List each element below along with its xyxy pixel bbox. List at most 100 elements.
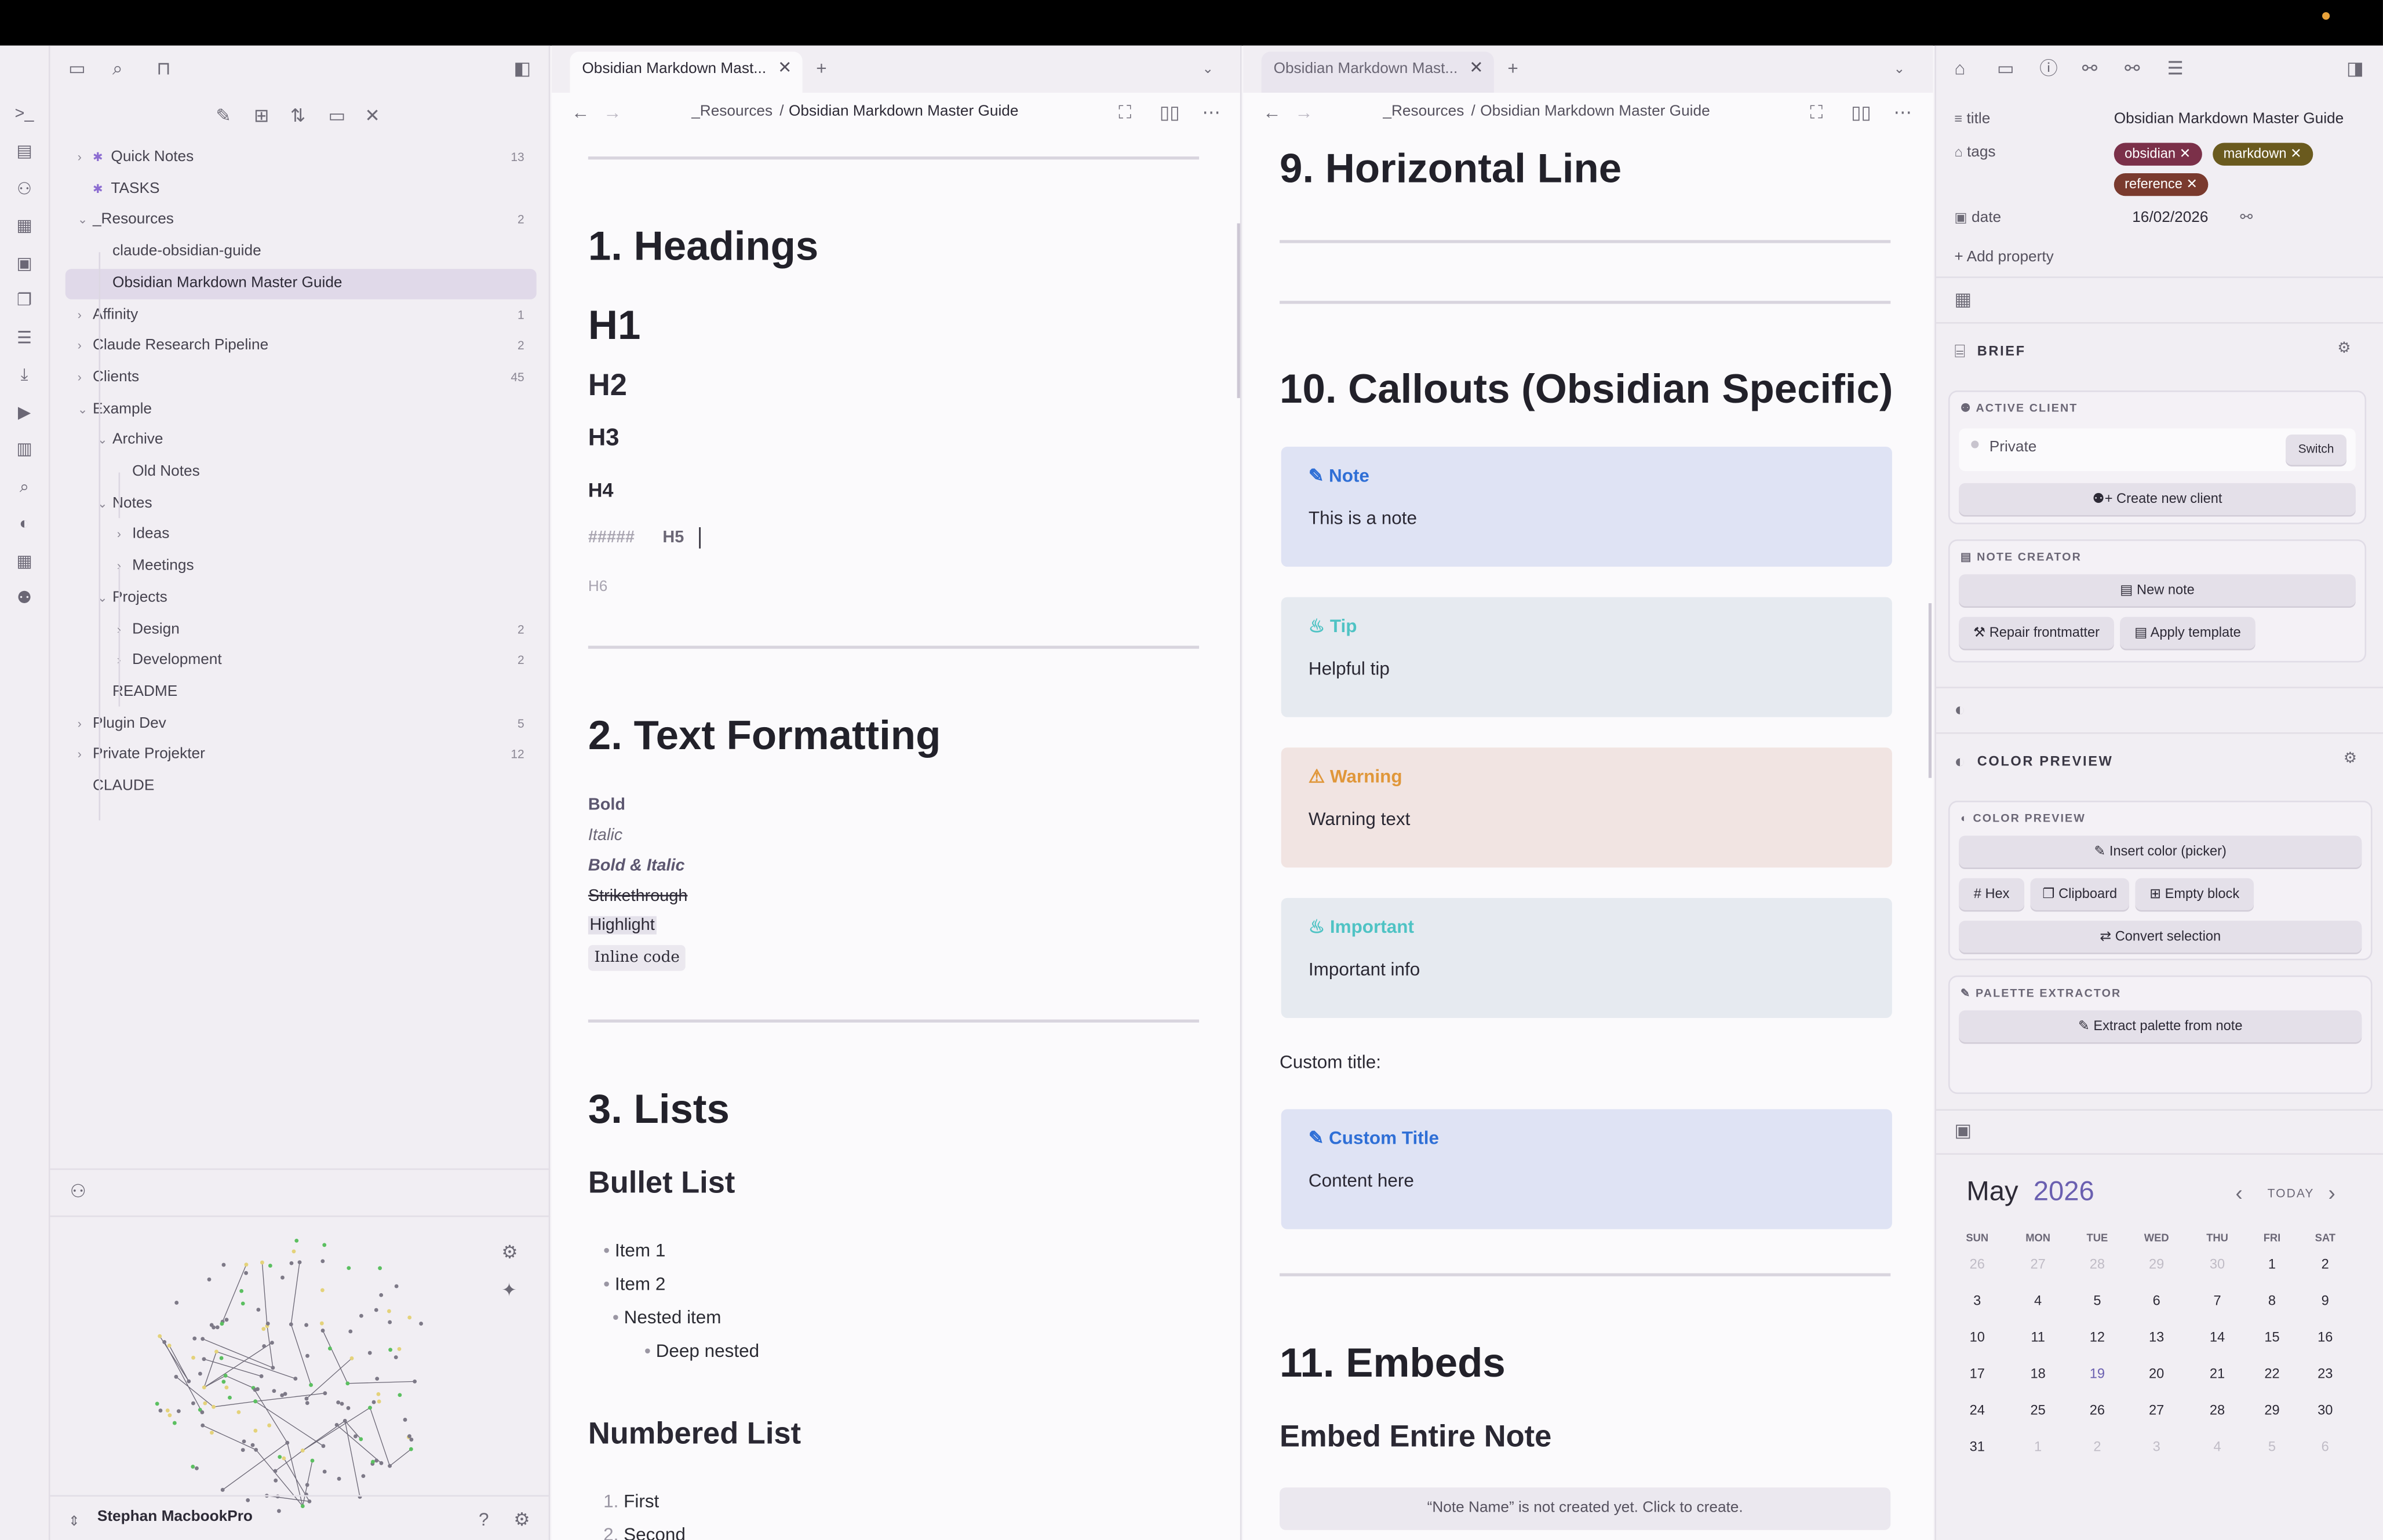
reading-mode-icon[interactable]: ▯▯ (1160, 102, 1180, 123)
toggle-sidebar-icon[interactable]: ◧ (513, 58, 531, 79)
unlink-icon[interactable]: ⚯ (2125, 58, 2140, 79)
property-date-value[interactable]: 16/02/2026 (2132, 203, 2208, 233)
graph-node[interactable] (388, 1464, 392, 1468)
graph-node[interactable] (419, 1322, 423, 1326)
copy-icon[interactable]: ❐ (14, 290, 35, 312)
graph-node[interactable] (241, 1448, 245, 1453)
graph-node[interactable] (158, 1334, 162, 1338)
graph-node[interactable] (187, 1379, 191, 1384)
settings-gear-icon[interactable]: ⚙ (501, 1242, 518, 1263)
chevron-down-icon[interactable]: ⌄ (78, 395, 88, 425)
graph-node[interactable] (347, 1266, 351, 1271)
graph-node[interactable] (377, 1399, 381, 1404)
sort-icon[interactable]: ⇅ (290, 105, 305, 126)
graph-node[interactable] (361, 1474, 366, 1479)
graph-node[interactable] (337, 1476, 341, 1481)
calendar-day[interactable]: 27 (2015, 1257, 2061, 1272)
calendar-day[interactable]: 5 (2249, 1439, 2295, 1454)
graph-node[interactable] (407, 1434, 411, 1439)
graph-node[interactable] (268, 1264, 272, 1268)
link-icon[interactable]: ⚯ (2240, 208, 2253, 229)
chevron-left-icon[interactable]: ‹ (2236, 1182, 2243, 1203)
archive-icon[interactable]: ▭ (1997, 58, 2014, 79)
calendar-day[interactable]: 15 (2249, 1330, 2295, 1345)
more-options-icon[interactable]: ⋯ (1202, 102, 1220, 123)
graph-node[interactable] (319, 1321, 324, 1326)
apply-template-button[interactable]: ▤ Apply template (2120, 616, 2256, 649)
graph-node[interactable] (379, 1461, 384, 1465)
tree-item[interactable]: claude-obsidian-guide (65, 237, 537, 267)
folder-icon[interactable]: ▭ (68, 58, 86, 79)
scrollbar[interactable] (1237, 223, 1240, 399)
settings-gear-icon[interactable]: ⚙ (2344, 749, 2358, 771)
graph-node[interactable] (254, 1447, 258, 1452)
chevron-down-icon[interactable]: ⌄ (78, 206, 88, 236)
focus-icon[interactable]: ⛶ (1118, 102, 1131, 123)
new-folder-icon[interactable]: ⊞ (254, 105, 269, 126)
calendar-day[interactable]: 7 (2195, 1293, 2240, 1308)
graph-node[interactable] (398, 1393, 402, 1397)
calendar-day[interactable]: 19 (2075, 1366, 2120, 1381)
graph-node[interactable] (289, 1261, 294, 1265)
new-note-button[interactable]: ▤ New note (1959, 574, 2356, 607)
tree-item[interactable]: Old Notes (65, 457, 537, 487)
calendar-day[interactable]: 3 (1954, 1293, 2000, 1308)
graph-node[interactable] (394, 1284, 399, 1289)
graph-node[interactable] (403, 1418, 407, 1422)
graph-node[interactable] (167, 1344, 172, 1348)
graph-node[interactable] (407, 1315, 412, 1320)
graph-node[interactable] (253, 1428, 258, 1433)
tree-item[interactable]: Obsidian Markdown Master Guide (65, 268, 537, 300)
calendar-day[interactable]: 24 (1954, 1402, 2000, 1417)
graph-node[interactable] (201, 1337, 205, 1341)
download-icon[interactable]: ⤓ (14, 364, 35, 386)
chevron-down-icon[interactable]: ⌄ (1894, 58, 1905, 79)
tree-item[interactable]: ⌄ Archive (65, 426, 537, 456)
graph-node[interactable] (293, 1377, 298, 1381)
graph-node[interactable] (236, 1410, 241, 1414)
graph-node[interactable] (346, 1406, 351, 1410)
tree-item[interactable]: › ✱ Quick Notes 13 (65, 143, 537, 173)
breadcrumb-folder[interactable]: _Resources (1383, 93, 1464, 132)
create-client-button[interactable]: ⚉+ Create new client (1959, 483, 2356, 515)
graph-node[interactable] (371, 1459, 375, 1464)
palette-icon[interactable]: ◐ (1954, 699, 1965, 720)
calendar-day[interactable]: 31 (1954, 1439, 2000, 1454)
calendar-day[interactable]: 25 (2015, 1402, 2061, 1417)
convert-selection-button[interactable]: ⇄ Convert selection (1959, 921, 2362, 953)
graph-node[interactable] (239, 1289, 244, 1293)
property-title-value[interactable]: Obsidian Markdown Master Guide (2114, 105, 2344, 135)
link-icon[interactable]: ⚯ (2082, 58, 2097, 79)
graph-node[interactable] (212, 1404, 216, 1409)
graph-node[interactable] (246, 1498, 250, 1502)
graph-node[interactable] (322, 1243, 327, 1247)
tree-item[interactable]: › Plugin Dev 5 (65, 709, 537, 739)
chevron-right-icon[interactable]: › (117, 520, 121, 550)
calendar-day[interactable]: 5 (2075, 1293, 2120, 1308)
graph-node[interactable] (309, 1383, 313, 1387)
bookmark-icon[interactable]: ⊓ (156, 58, 171, 79)
graph-node[interactable] (262, 1344, 267, 1348)
graph-node[interactable] (320, 1329, 325, 1333)
breadcrumb-note[interactable]: Obsidian Markdown Master Guide (1480, 93, 1710, 132)
palette-icon[interactable]: ◐ (14, 513, 35, 535)
graph-node[interactable] (174, 1374, 178, 1379)
graph-node[interactable] (336, 1400, 341, 1404)
graph-node[interactable] (167, 1413, 172, 1418)
terminal-icon[interactable]: >_ (14, 103, 35, 125)
clipboard-button[interactable]: ❐ Clipboard (2030, 878, 2129, 910)
people-icon[interactable]: ⚉ (14, 588, 35, 610)
back-arrow-icon[interactable]: ← (571, 102, 589, 123)
chevron-right-icon[interactable]: › (78, 331, 82, 362)
tree-item[interactable]: ✱ TASKS (65, 174, 537, 205)
graph-node[interactable] (409, 1447, 413, 1451)
calendar-day[interactable]: 9 (2302, 1293, 2348, 1308)
graph-node[interactable] (244, 1262, 249, 1267)
graph-node[interactable] (260, 1260, 264, 1265)
graph-node[interactable] (375, 1377, 380, 1381)
scrollbar[interactable] (1928, 603, 1932, 778)
reading-mode-icon[interactable]: ▯▯ (1851, 102, 1871, 123)
graph-node[interactable] (242, 1439, 246, 1444)
graph-node[interactable] (322, 1469, 327, 1474)
tree-item[interactable]: ⌄ _Resources 2 (65, 206, 537, 236)
